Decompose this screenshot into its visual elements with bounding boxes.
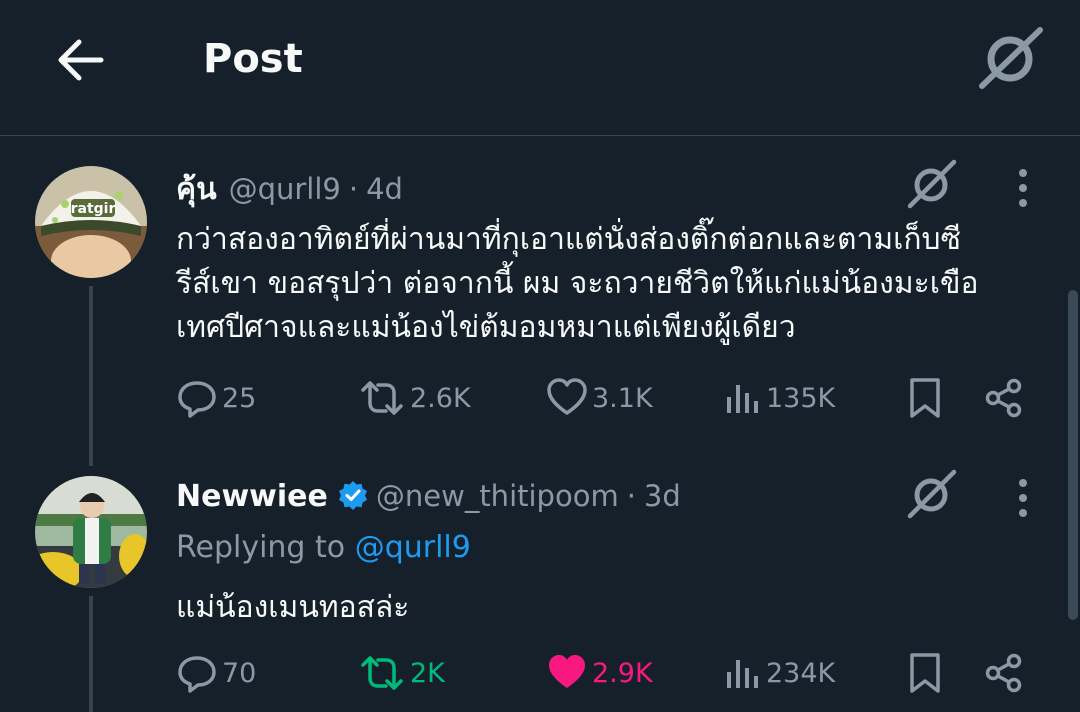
- repost-icon: [361, 656, 403, 690]
- tweet-actions: 70 2K 2.9K 234K: [176, 648, 1046, 698]
- grok-button[interactable]: [906, 468, 958, 520]
- grok-button[interactable]: [976, 26, 1046, 90]
- arrow-left-icon: [58, 39, 104, 81]
- like-count: 2.9K: [592, 657, 653, 689]
- repost-icon: [361, 381, 403, 415]
- handle[interactable]: @new_thitipoom: [376, 479, 619, 513]
- tweet-text-line: กว่าสองอาทิตย์ที่ผ่านมาที่กุเอาแต่นั่งส่…: [176, 222, 961, 257]
- reply-button[interactable]: 25: [176, 373, 256, 423]
- avatar[interactable]: [35, 476, 147, 588]
- like-button[interactable]: 2.9K: [546, 648, 653, 698]
- views-button[interactable]: 234K: [724, 648, 835, 698]
- bookmark-icon: [910, 653, 940, 693]
- more-options-button[interactable]: [1013, 167, 1033, 211]
- thread-line: [89, 286, 93, 466]
- scrollbar[interactable]: [1068, 290, 1078, 620]
- like-count: 3.1K: [592, 382, 653, 414]
- views-icon: [727, 660, 758, 688]
- grok-icon: [979, 27, 1043, 89]
- back-button[interactable]: [50, 34, 110, 86]
- handle[interactable]: @qurll9: [229, 172, 341, 206]
- separator-dot: ·: [626, 479, 636, 513]
- reply-count: 25: [222, 382, 257, 414]
- tweet-text-line: เทศปีศาจและแม่น้องไข่ต้มอมหมาแต่เพียงผู้…: [176, 310, 796, 345]
- share-icon: [985, 653, 1022, 693]
- timestamp[interactable]: 4d: [366, 172, 403, 206]
- tweet-text: แม่น้องเมนทอสล่ะ: [176, 590, 410, 625]
- thread-line: [89, 596, 93, 712]
- reply-count: 70: [222, 657, 257, 689]
- tweet-header: Newwiee @new_thitipoom · 3d: [176, 476, 681, 514]
- avatar[interactable]: ratgir: [35, 166, 147, 278]
- timestamp[interactable]: 3d: [644, 479, 681, 513]
- reply-button[interactable]: 70: [176, 648, 256, 698]
- heart-filled-icon: [549, 655, 585, 688]
- svg-text:ratgir: ratgir: [71, 201, 116, 217]
- repost-button[interactable]: 2K: [358, 648, 445, 698]
- heart-icon: [547, 378, 587, 415]
- repost-count: 2K: [410, 657, 445, 689]
- verified-badge-icon: [338, 481, 367, 510]
- views-button[interactable]: 135K: [724, 373, 835, 423]
- replying-to-handle-link[interactable]: @qurll9: [355, 530, 471, 565]
- views-count: 135K: [766, 382, 836, 414]
- more-options-button[interactable]: [1013, 477, 1033, 521]
- share-button[interactable]: [984, 373, 1024, 423]
- grok-button[interactable]: [906, 158, 958, 210]
- views-count: 234K: [766, 657, 836, 689]
- repost-count: 2.6K: [410, 382, 471, 414]
- replying-to: Replying to @qurll9: [176, 530, 471, 565]
- replying-to-label: Replying to: [176, 530, 346, 565]
- bookmark-button[interactable]: [908, 373, 942, 423]
- tweet-header: คุ้น @qurll9 · 4d: [176, 166, 403, 213]
- separator-dot: ·: [348, 172, 359, 206]
- more-vertical-icon: [1019, 479, 1027, 517]
- repost-button[interactable]: 2.6K: [358, 373, 471, 423]
- tweet-text: กว่าสองอาทิตย์ที่ผ่านมาที่กุเอาแต่นั่งส่…: [176, 218, 1036, 350]
- tweet-text-line: รีส์เขา ขอสรุปว่า ต่อจากนี้ ผม จะถวายชีว…: [176, 266, 979, 301]
- views-icon: [727, 385, 758, 413]
- top-bar: Post: [0, 0, 1080, 136]
- share-button[interactable]: [984, 648, 1024, 698]
- bookmark-icon: [910, 378, 940, 418]
- more-vertical-icon: [1019, 169, 1027, 207]
- display-name[interactable]: คุ้น: [176, 166, 217, 213]
- grok-icon: [907, 469, 957, 519]
- bookmark-button[interactable]: [908, 648, 942, 698]
- page-title: Post: [203, 36, 303, 82]
- grok-icon: [907, 159, 957, 209]
- tweet-actions: 25 2.6K 3.1K 135K: [176, 373, 1046, 423]
- share-icon: [985, 378, 1022, 418]
- display-name[interactable]: Newwiee: [176, 479, 328, 514]
- like-button[interactable]: 3.1K: [546, 373, 653, 423]
- reply-icon: [178, 656, 216, 693]
- reply-icon: [178, 381, 216, 418]
